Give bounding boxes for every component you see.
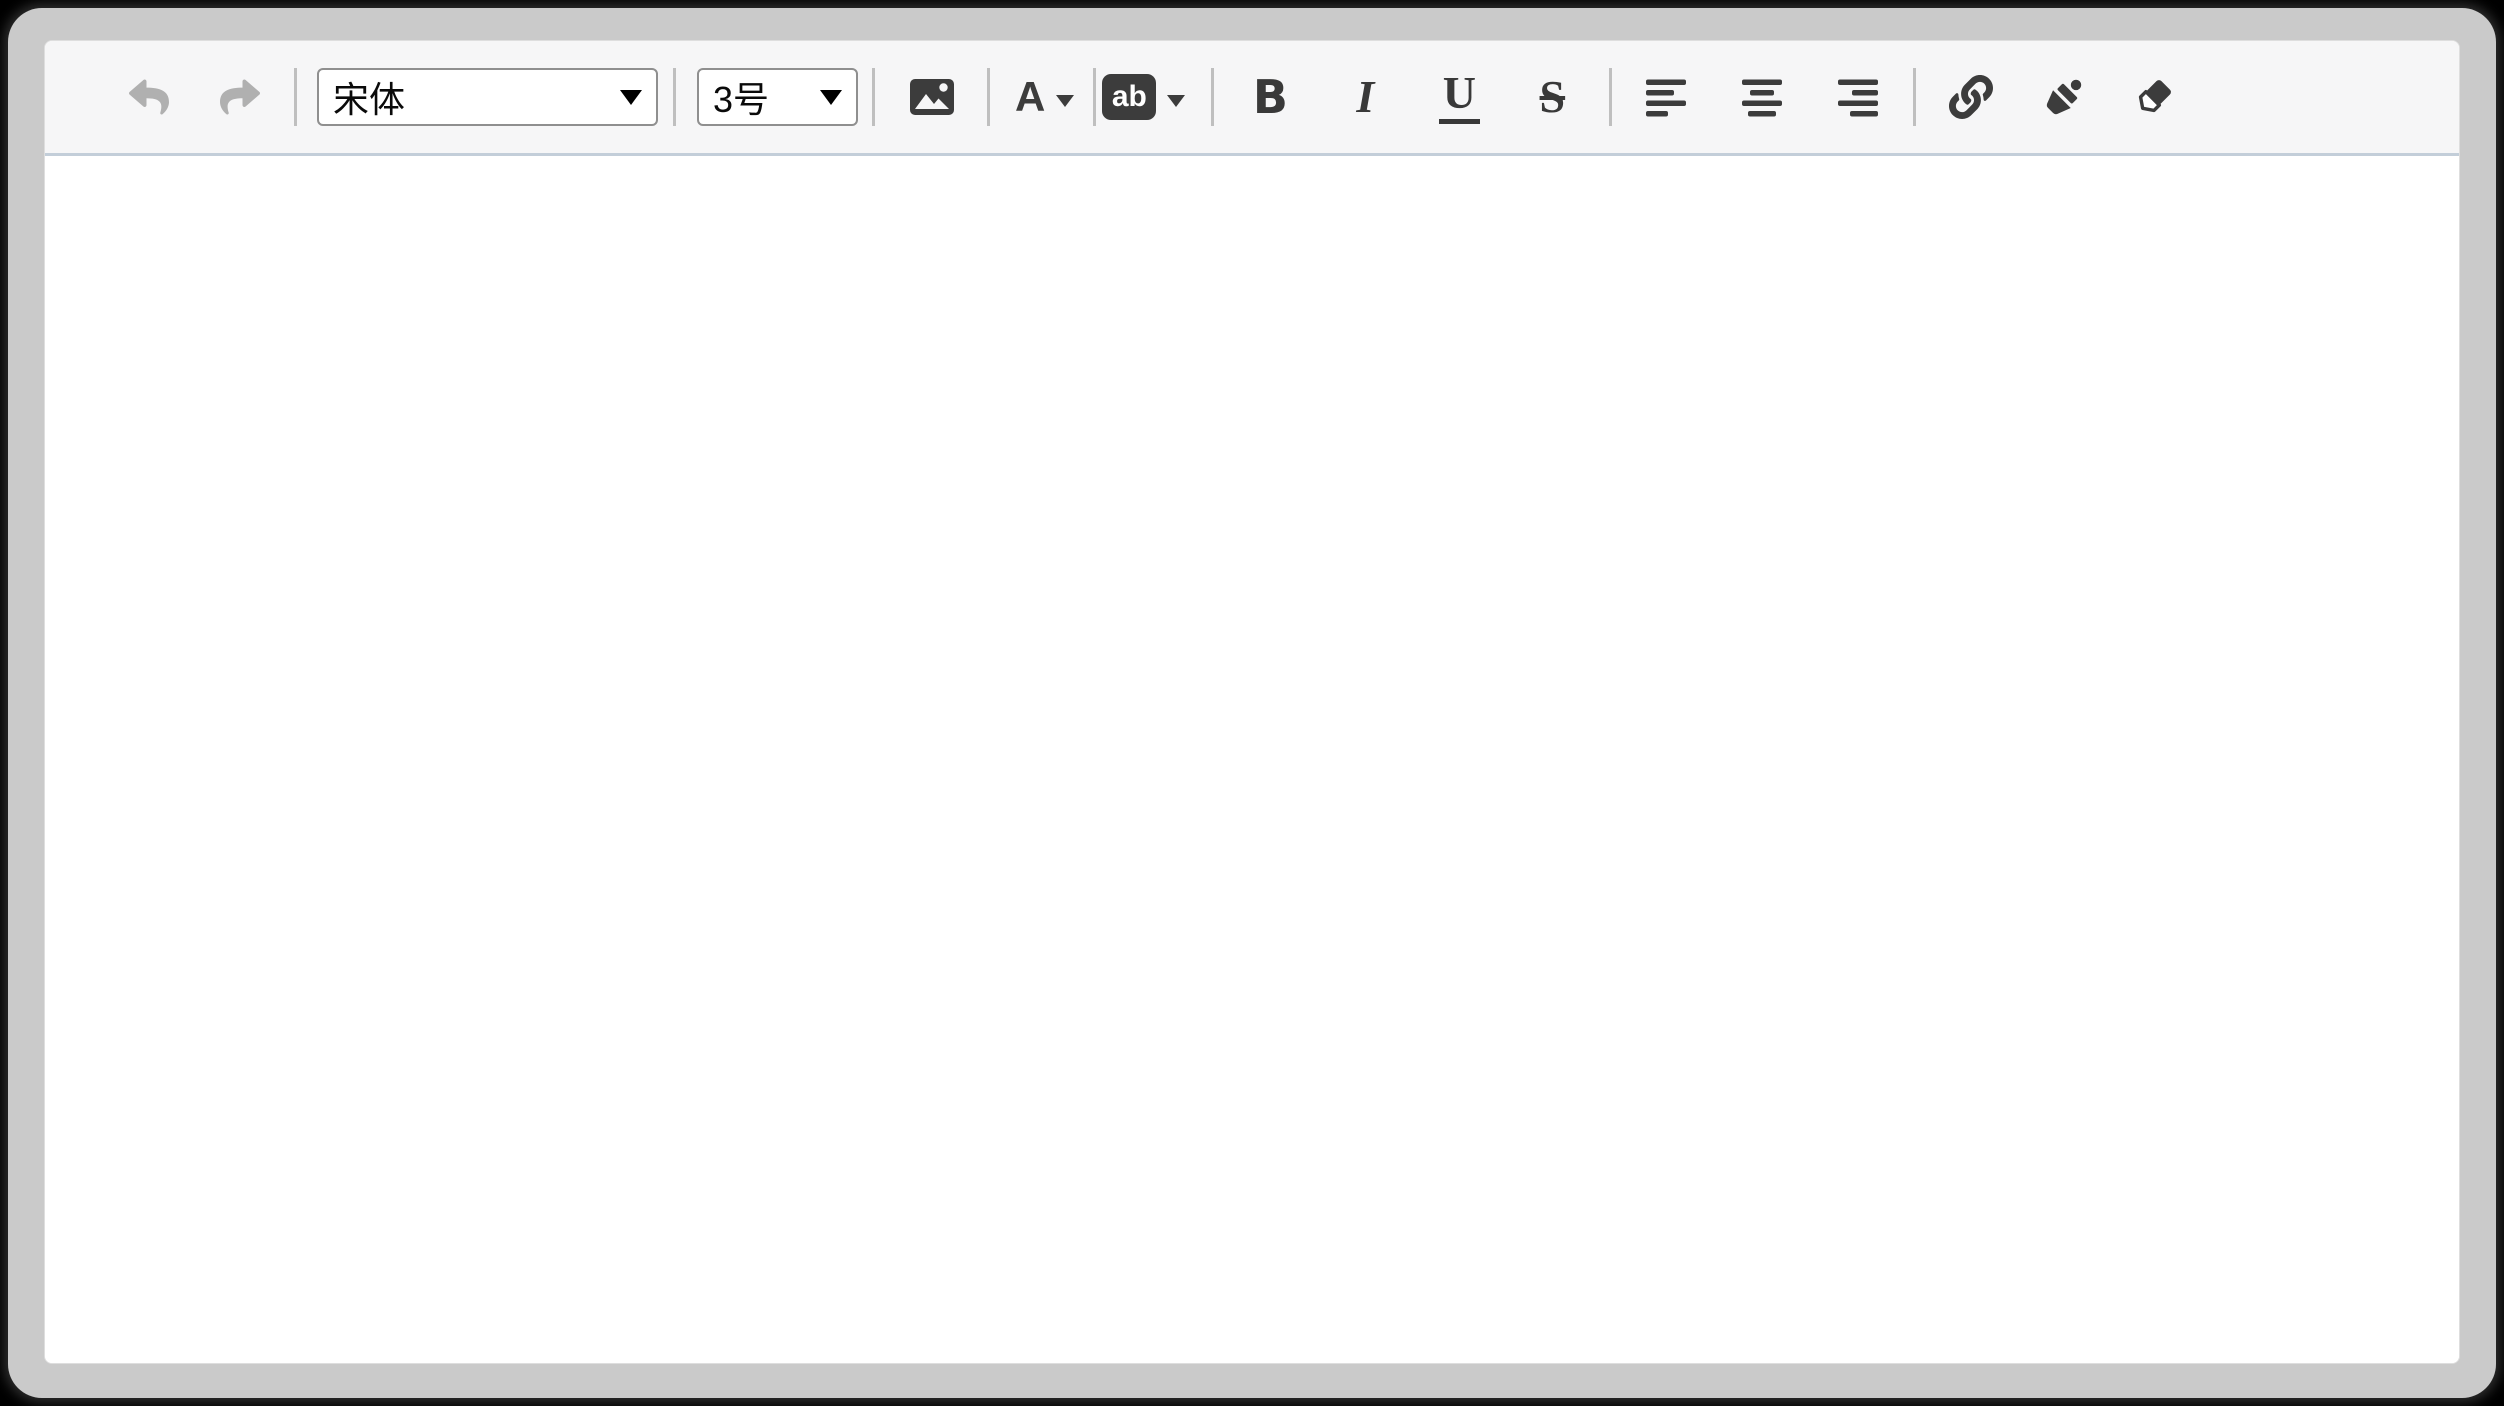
chevron-down-icon — [820, 90, 842, 105]
bold-icon: B — [1253, 74, 1288, 120]
undo-icon — [126, 77, 172, 117]
chevron-down-icon — [1056, 95, 1074, 107]
editor-window: 宋体 3号 A — [44, 40, 2460, 1364]
eraser-button[interactable] — [2130, 73, 2178, 121]
insert-link-button[interactable] — [1947, 73, 1995, 121]
toolbar-separator — [1093, 68, 1096, 126]
italic-icon: I — [1356, 74, 1374, 120]
toolbar-separator — [294, 68, 297, 126]
font-color-button[interactable]: A — [1015, 73, 1074, 121]
align-center-button[interactable] — [1738, 73, 1786, 121]
font-family-value: 宋体 — [333, 71, 405, 123]
align-left-icon — [1644, 77, 1688, 117]
align-right-button[interactable] — [1834, 73, 1882, 121]
eraser-icon — [2131, 74, 2177, 120]
redo-icon — [217, 77, 263, 117]
editor-content-area[interactable] — [45, 156, 2459, 1363]
font-size-value: 3号 — [713, 71, 769, 123]
bold-button[interactable]: B — [1246, 73, 1294, 121]
align-right-icon — [1836, 77, 1880, 117]
italic-button[interactable]: I — [1341, 73, 1389, 121]
redo-button[interactable] — [216, 73, 264, 121]
insert-image-button[interactable] — [908, 73, 956, 121]
toolbar-separator — [987, 68, 990, 126]
highlight-color-badge: ab — [1102, 74, 1156, 120]
editor-toolbar: 宋体 3号 A — [45, 41, 2459, 156]
format-brush-button[interactable] — [2040, 73, 2088, 121]
underline-button[interactable]: U — [1435, 73, 1483, 121]
font-color-letter: A — [1015, 76, 1045, 118]
toolbar-separator — [1609, 68, 1612, 126]
toolbar-separator — [673, 68, 676, 126]
strikethrough-icon: S — [1540, 74, 1566, 120]
align-center-icon — [1740, 77, 1784, 117]
underline-icon: U — [1439, 70, 1480, 124]
strikethrough-button[interactable]: S — [1528, 73, 1576, 121]
highlight-color-button[interactable]: ab — [1102, 73, 1185, 121]
screenshot-root: { "window": { "type": "rich-text-editor"… — [0, 0, 2504, 1406]
link-icon — [1949, 75, 1993, 119]
image-icon — [909, 76, 955, 118]
chevron-down-icon — [1167, 95, 1185, 107]
font-family-select[interactable]: 宋体 — [317, 68, 658, 126]
toolbar-separator — [1913, 68, 1916, 126]
chevron-down-icon — [620, 90, 642, 105]
font-size-select[interactable]: 3号 — [697, 68, 858, 126]
format-brush-icon — [2041, 74, 2087, 120]
undo-button[interactable] — [125, 73, 173, 121]
toolbar-separator — [1211, 68, 1214, 126]
toolbar-separator — [872, 68, 875, 126]
editor-window-frame: 宋体 3号 A — [8, 8, 2496, 1398]
align-left-button[interactable] — [1642, 73, 1690, 121]
